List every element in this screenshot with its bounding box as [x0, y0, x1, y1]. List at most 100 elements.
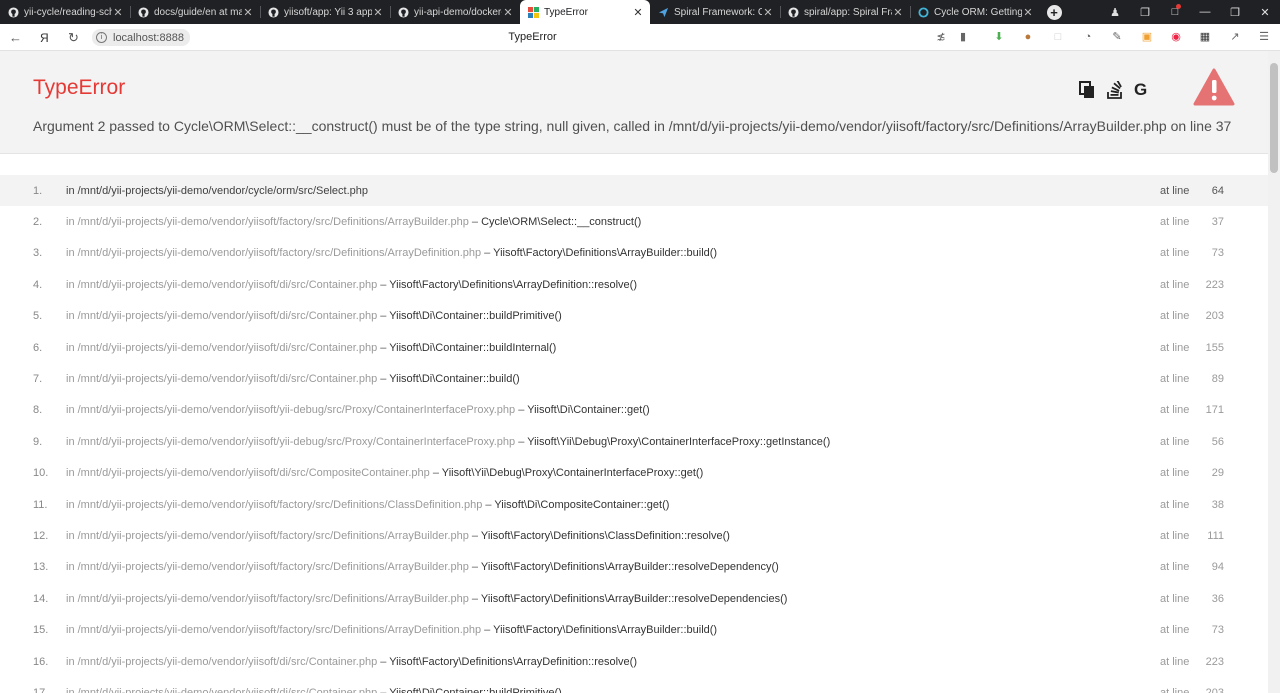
github-icon: [268, 6, 279, 18]
url-field[interactable]: i localhost:8888: [92, 29, 190, 46]
frame-file-path: in /mnt/d/yii-projects/yii-demo/vendor/y…: [66, 216, 469, 229]
copy-icon[interactable]: [1078, 81, 1096, 99]
close-tab-icon[interactable]: ✕: [1022, 6, 1034, 19]
scrollbar-thumb[interactable]: [1270, 63, 1278, 173]
at-line-label: at line: [1160, 561, 1190, 574]
frame-call: Cycle\ORM\Select::__construct(): [481, 216, 642, 229]
terminal-extension-icon[interactable]: ▦: [1198, 30, 1212, 44]
github-icon: [788, 6, 799, 18]
stack-frame-row[interactable]: 13. in /mnt/d/yii-projects/yii-demo/vendo…: [0, 552, 1268, 583]
frame-separator: –: [482, 498, 495, 511]
new-tab-button[interactable]: +: [1040, 0, 1068, 24]
frame-line-number: 203: [1205, 686, 1224, 693]
close-tab-icon[interactable]: ✕: [372, 6, 384, 19]
close-tab-icon[interactable]: ✕: [112, 6, 124, 19]
orange-extension-icon[interactable]: ▣: [1140, 30, 1154, 44]
browser-tab[interactable]: yiisoft/app: Yii 3 applic✕: [260, 0, 390, 24]
frame-location: in /mnt/d/yii-projects/yii-demo/vendor/y…: [66, 216, 641, 228]
frame-file-path: in /mnt/d/yii-projects/yii-demo/vendor/y…: [66, 310, 378, 323]
frame-call: Yiisoft\Di\Container::buildInternal(): [389, 341, 557, 354]
frame-location: in /mnt/d/yii-projects/yii-demo/vendor/y…: [66, 530, 730, 542]
stack-frame-row[interactable]: 1. in /mnt/d/yii-projects/yii-demo/vendor…: [0, 175, 1268, 207]
close-tab-icon[interactable]: ✕: [892, 6, 904, 19]
timer-extension-icon[interactable]: ◔: [1081, 30, 1095, 44]
share-icon[interactable]: ↗: [1228, 30, 1242, 44]
frame-number: 1.: [33, 184, 43, 197]
frame-call: Yiisoft\Di\CompositeContainer::get(): [494, 498, 670, 511]
frame-line-number: 89: [1211, 373, 1224, 386]
frame-number: 6.: [33, 341, 43, 354]
browser-tab[interactable]: TypeError ✕: [520, 0, 650, 24]
google-icon[interactable]: G: [1134, 81, 1152, 99]
frame-separator: –: [468, 561, 481, 574]
browser-tab[interactable]: docs/guide/en at maste✕: [130, 0, 260, 24]
frame-line-number: 73: [1211, 624, 1224, 637]
stack-frame-row[interactable]: 16. in /mnt/d/yii-projects/yii-demo/vendo…: [0, 646, 1268, 677]
stack-frame-row[interactable]: 10. in /mnt/d/yii-projects/yii-demo/vendo…: [0, 458, 1268, 489]
page-scrollbar[interactable]: [1268, 51, 1280, 693]
close-tab-icon[interactable]: ✕: [632, 6, 644, 19]
stack-frame-row[interactable]: 17. in /mnt/d/yii-projects/yii-demo/vendo…: [0, 677, 1268, 693]
stack-frame-row[interactable]: 12. in /mnt/d/yii-projects/yii-demo/vendo…: [0, 520, 1268, 551]
frame-number: 2.: [33, 216, 43, 229]
window-controls: ♟ ❐ □ — ❐ ✕: [1100, 0, 1280, 24]
minimize-button[interactable]: —: [1190, 6, 1220, 18]
at-line-label: at line: [1160, 373, 1190, 386]
frame-line-number: 38: [1211, 498, 1224, 511]
account-icon[interactable]: ♟: [1100, 6, 1130, 19]
tab-title: Spiral Framework: Cycle: [674, 6, 762, 18]
frame-separator: –: [515, 435, 528, 448]
at-line-label: at line: [1160, 310, 1190, 323]
stack-frame-row[interactable]: 14. in /mnt/d/yii-projects/yii-demo/vendo…: [0, 583, 1268, 614]
close-tab-icon[interactable]: ✕: [502, 6, 514, 19]
stack-frame-row[interactable]: 3. in /mnt/d/yii-projects/yii-demo/vendor…: [0, 238, 1268, 269]
frame-separator: –: [377, 373, 390, 386]
restore-button[interactable]: ❐: [1220, 6, 1250, 19]
stackoverflow-icon[interactable]: [1106, 81, 1124, 99]
stack-frame-row[interactable]: 4. in /mnt/d/yii-projects/yii-demo/vendor…: [0, 269, 1268, 300]
close-tab-icon[interactable]: ✕: [762, 6, 774, 19]
at-line-label: at line: [1160, 278, 1190, 291]
frame-number: 11.: [33, 498, 48, 511]
menu-icon[interactable]: ☰: [1257, 30, 1271, 44]
stack-frame-row[interactable]: 5. in /mnt/d/yii-projects/yii-demo/vendor…: [0, 301, 1268, 332]
notifications-icon[interactable]: □: [1160, 4, 1190, 18]
frame-number: 9.: [33, 435, 43, 448]
frame-file-path: in /mnt/d/yii-projects/yii-demo/vendor/y…: [66, 561, 469, 574]
tab-title: Cycle ORM: Getting Sta: [934, 6, 1022, 18]
translate-icon[interactable]: ≴: [934, 30, 948, 44]
frame-separator: –: [377, 655, 390, 668]
browser-tab[interactable]: yii-api-demo/docker-co✕: [390, 0, 520, 24]
badge-extension-icon[interactable]: ◉: [1169, 30, 1183, 44]
frame-file-path: in /mnt/d/yii-projects/yii-demo/vendor/y…: [66, 247, 482, 260]
frame-number: 7.: [33, 373, 43, 386]
frame-location: in /mnt/d/yii-projects/yii-demo/vendor/y…: [66, 279, 637, 291]
browser-tab[interactable]: yii-cycle/reading-schem✕: [0, 0, 130, 24]
browser-tab[interactable]: spiral/app: Spiral Frame✕: [780, 0, 910, 24]
eyedropper-extension-icon[interactable]: ✎: [1110, 30, 1124, 44]
browser-tab[interactable]: Cycle ORM: Getting Sta✕: [910, 0, 1040, 24]
close-tab-icon[interactable]: ✕: [242, 6, 254, 19]
stack-frame-row[interactable]: 2. in /mnt/d/yii-projects/yii-demo/vendor…: [0, 206, 1268, 237]
cycle-icon: [918, 6, 929, 18]
download-extension-icon[interactable]: ⬇: [992, 30, 1006, 44]
close-window-button[interactable]: ✕: [1250, 6, 1280, 19]
stack-frame-row[interactable]: 11. in /mnt/d/yii-projects/yii-demo/vendo…: [0, 489, 1268, 520]
frame-number: 15.: [33, 624, 49, 637]
collections-icon[interactable]: ❐: [1130, 6, 1160, 19]
stack-frame-row[interactable]: 9. in /mnt/d/yii-projects/yii-demo/vendor…: [0, 426, 1268, 457]
frame-location: in /mnt/d/yii-projects/yii-demo/vendor/y…: [66, 561, 779, 573]
stack-frame-row[interactable]: 15. in /mnt/d/yii-projects/yii-demo/vendo…: [0, 614, 1268, 645]
cookie-extension-icon[interactable]: ●: [1021, 30, 1035, 44]
stack-frame-row[interactable]: 7. in /mnt/d/yii-projects/yii-demo/vendor…: [0, 363, 1268, 394]
bookmark-icon[interactable]: ▮: [956, 30, 970, 44]
extension-blank-icon[interactable]: □: [1051, 30, 1065, 44]
github-icon: [398, 6, 409, 18]
browser-tab[interactable]: Spiral Framework: Cycle✕: [650, 0, 780, 24]
stack-frame-row[interactable]: 8. in /mnt/d/yii-projects/yii-demo/vendor…: [0, 395, 1268, 426]
frame-line-number: 73: [1211, 247, 1224, 260]
stack-frame-row[interactable]: 6. in /mnt/d/yii-projects/yii-demo/vendor…: [0, 332, 1268, 363]
at-line-label: at line: [1160, 435, 1190, 448]
frame-file-path: in /mnt/d/yii-projects/yii-demo/vendor/y…: [66, 435, 516, 448]
frame-call: Yiisoft\Di\Container::get(): [527, 404, 650, 417]
